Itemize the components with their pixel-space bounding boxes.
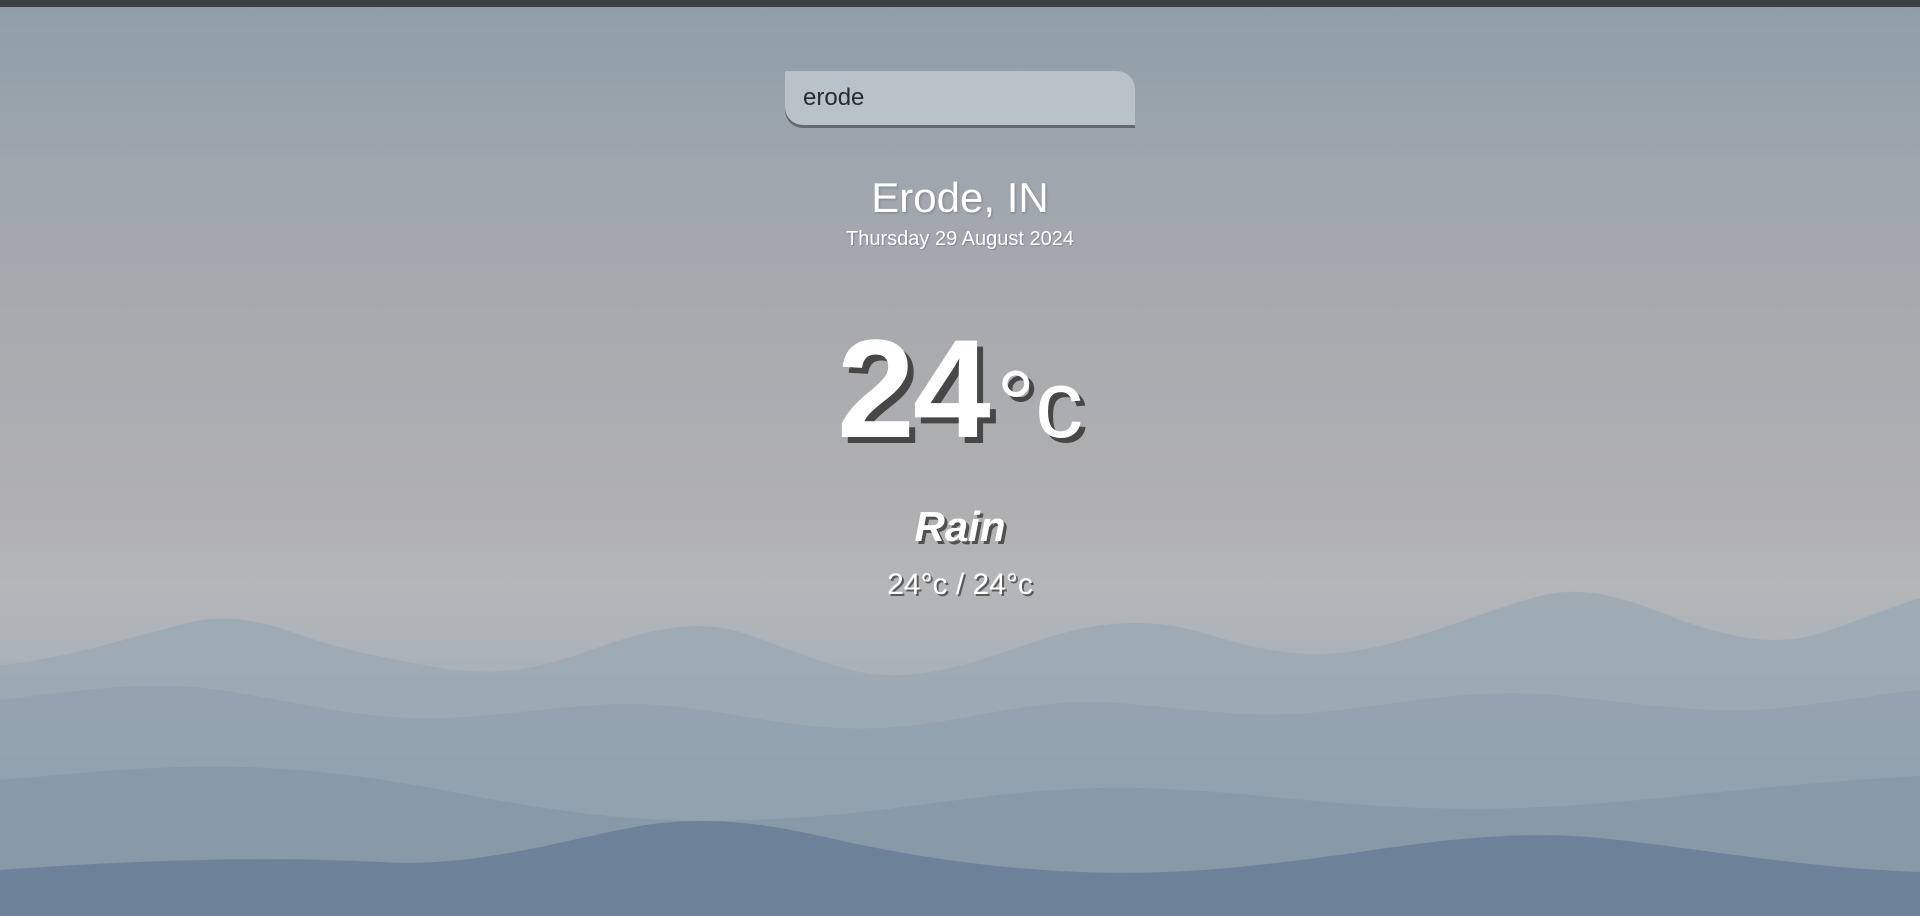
weather-condition: Rain	[914, 503, 1006, 550]
weather-app: Erode, IN Thursday 29 August 2024 24°c R…	[0, 0, 1920, 916]
search-box	[785, 71, 1135, 125]
temperature-display: 24°c	[0, 308, 1920, 470]
temperature-unit: °c	[996, 351, 1084, 458]
hi-low-temperature: 24°c / 24°c	[887, 568, 1033, 601]
temperature-value: 24	[836, 310, 991, 467]
location-label: Erode, IN	[871, 174, 1049, 221]
date-label: Thursday 29 August 2024	[846, 228, 1074, 250]
city-search-input[interactable]	[785, 71, 1135, 125]
browser-top-bar	[0, 0, 1920, 7]
